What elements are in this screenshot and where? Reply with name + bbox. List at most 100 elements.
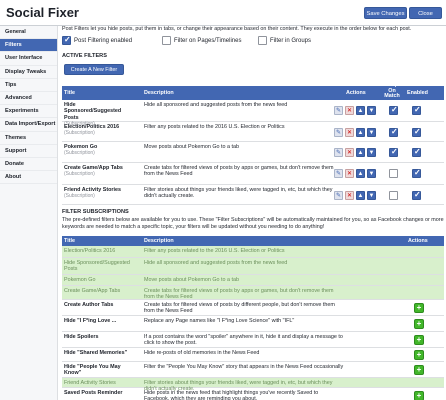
filter-title-text: Friend Activity Stories [64, 187, 122, 193]
move-up-icon[interactable]: ▲ [356, 169, 365, 178]
subscription-title: Election/Politics 2016 [64, 248, 116, 254]
subscription-row: Hide "People You May Know" Filter the "Pe… [62, 362, 444, 378]
subscription-row: Hide Sponsored/Suggested Posts Hide all s… [62, 258, 444, 275]
subscription-title: Friend Activity Stories [64, 380, 116, 386]
edit-icon[interactable]: ✎ [334, 106, 343, 115]
subscriptions-intro: The pre-defined filters below are availa… [62, 217, 444, 230]
subscription-row: Saved Posts Reminder Hide posts in the ne… [62, 388, 444, 400]
enabled-checkbox[interactable] [412, 105, 421, 115]
col-title: Title [64, 90, 75, 96]
save-changes-button[interactable]: Save Changes [364, 7, 407, 19]
filter-subscription-note: (Subscription) [64, 130, 95, 137]
move-up-icon[interactable]: ▲ [356, 191, 365, 200]
filter-description: Move posts about Pokemon Go to a tab [144, 144, 239, 150]
filter-title[interactable]: Create Game/App Tabs (Subscription) [64, 165, 132, 178]
delete-icon[interactable]: ✕ [345, 148, 354, 157]
enabled-checkbox[interactable] [412, 147, 421, 157]
move-up-icon[interactable]: ▲ [356, 148, 365, 157]
add-subscription-icon[interactable]: + [414, 365, 424, 375]
subscription-description: Create tabs for filtered views of posts … [144, 302, 335, 315]
subscription-row: Hide Spoilers If a post contains the word… [62, 332, 444, 348]
delete-icon[interactable]: ✕ [345, 106, 354, 115]
subscription-title: Hide "People You May Know" [64, 364, 121, 377]
edit-icon[interactable]: ✎ [334, 148, 343, 157]
stop-on-match-checkbox[interactable] [389, 147, 398, 157]
sidebar-item[interactable]: Support [0, 145, 57, 158]
subscription-title: Create Game/App Tabs [64, 288, 121, 294]
filter-title[interactable]: Friend Activity Stories (Subscription) [64, 187, 132, 200]
subscription-row: Hide "I F*ing Love ... Replace any Page n… [62, 316, 444, 332]
filter-options: Post Filtering enabled Filter on Pages/T… [62, 35, 444, 48]
sidebar-item[interactable]: Experiments [0, 105, 57, 119]
add-subscription-icon[interactable]: + [414, 319, 424, 329]
move-up-icon[interactable]: ▲ [356, 128, 365, 137]
filter-description: Hide all sponsored and suggested posts f… [144, 102, 288, 108]
move-down-icon[interactable]: ▼ [367, 128, 376, 137]
subscription-description: Hide all sponsored and suggested posts f… [144, 260, 288, 266]
col-actions: Actions [408, 238, 428, 244]
subscription-description: If a post contains the word "spoiler" an… [144, 334, 343, 347]
col-description: Description [144, 238, 174, 244]
delete-icon[interactable]: ✕ [345, 128, 354, 137]
subscription-description: Hide re-posts of old memories in the New… [144, 350, 260, 356]
enabled-checkbox[interactable] [412, 190, 421, 200]
sidebar-item[interactable]: Filters [0, 39, 57, 53]
checkbox-icon[interactable] [162, 36, 171, 45]
delete-icon[interactable]: ✕ [345, 169, 354, 178]
active-filter-row: Friend Activity Stories (Subscription) Fil… [62, 185, 444, 205]
subscription-row: Hide "Shared Memories" Hide re-posts of o… [62, 348, 444, 362]
subscription-title: Hide "Shared Memories" [64, 350, 128, 356]
subscription-description: Create tabs for filtered views of posts … [144, 288, 334, 301]
subscription-row: Pokemon Go Move posts about Pokemon Go to… [62, 275, 444, 286]
option-label: Filter on Pages/Timelines [174, 38, 242, 44]
sidebar-item[interactable]: Donate [0, 158, 57, 172]
active-filter-row: Hide Sponsored/Suggested Posts (Subscript… [62, 100, 444, 127]
move-down-icon[interactable]: ▼ [367, 169, 376, 178]
sidebar-item[interactable]: Themes [0, 132, 57, 145]
filter-subscription-note: (Subscription) [64, 171, 95, 178]
checkbox-icon[interactable] [62, 35, 71, 45]
move-down-icon[interactable]: ▼ [367, 106, 376, 115]
add-subscription-icon[interactable]: + [414, 391, 424, 400]
filter-title-text: Hide Sponsored/Suggested Posts [64, 102, 122, 121]
move-down-icon[interactable]: ▼ [367, 148, 376, 157]
stop-on-match-checkbox[interactable] [389, 169, 398, 178]
sidebar-item[interactable]: Tips [0, 79, 57, 92]
sidebar-item[interactable]: Advanced [0, 92, 57, 106]
filter-description: Filter any posts related to the 2016 U.S… [144, 124, 285, 130]
edit-icon[interactable]: ✎ [334, 191, 343, 200]
create-filter-button[interactable]: Create A New Filter [64, 64, 124, 75]
filter-subscription-note: (Subscription) [64, 193, 95, 200]
col-stop-on-match: Stop On Match [384, 82, 400, 99]
col-description: Description [144, 90, 174, 96]
filter-description: Create tabs for filtered views of posts … [144, 165, 334, 178]
sidebar-item[interactable]: Display Tweaks [0, 66, 57, 79]
edit-icon[interactable]: ✎ [334, 128, 343, 137]
filter-description: Filter stories about things your friends… [144, 187, 333, 200]
sidebar-item[interactable]: About [0, 171, 57, 185]
add-subscription-icon[interactable]: + [414, 303, 424, 313]
add-subscription-icon[interactable]: + [414, 335, 424, 345]
stop-on-match-checkbox[interactable] [389, 191, 398, 200]
stop-on-match-checkbox[interactable] [389, 105, 398, 115]
filter-title[interactable]: Pokemon Go (Subscription) [64, 144, 132, 157]
checkbox-icon[interactable] [258, 36, 267, 45]
option-label: Post Filtering enabled [74, 38, 133, 44]
stop-on-match-checkbox[interactable] [389, 127, 398, 137]
subscription-row: Friend Activity Stories Filter stories ab… [62, 378, 444, 392]
move-up-icon[interactable]: ▲ [356, 106, 365, 115]
enabled-checkbox[interactable] [412, 168, 421, 178]
filter-title[interactable]: Election/Politics 2016 (Subscription) [64, 124, 132, 137]
sidebar-item[interactable]: General [0, 26, 57, 40]
move-down-icon[interactable]: ▼ [367, 191, 376, 200]
edit-icon[interactable]: ✎ [334, 169, 343, 178]
close-button[interactable]: Close [409, 7, 442, 19]
filters-intro: Post Filters let you hide posts, put the… [62, 26, 412, 32]
delete-icon[interactable]: ✕ [345, 191, 354, 200]
add-subscription-icon[interactable]: + [414, 350, 424, 360]
col-enabled: Enabled [407, 90, 428, 96]
enabled-checkbox[interactable] [412, 127, 421, 137]
sidebar-item[interactable]: Data Import/Export [0, 118, 57, 132]
active-filter-row: Create Game/App Tabs (Subscription) Create… [62, 163, 444, 185]
sidebar-item[interactable]: User Interface [0, 52, 57, 66]
